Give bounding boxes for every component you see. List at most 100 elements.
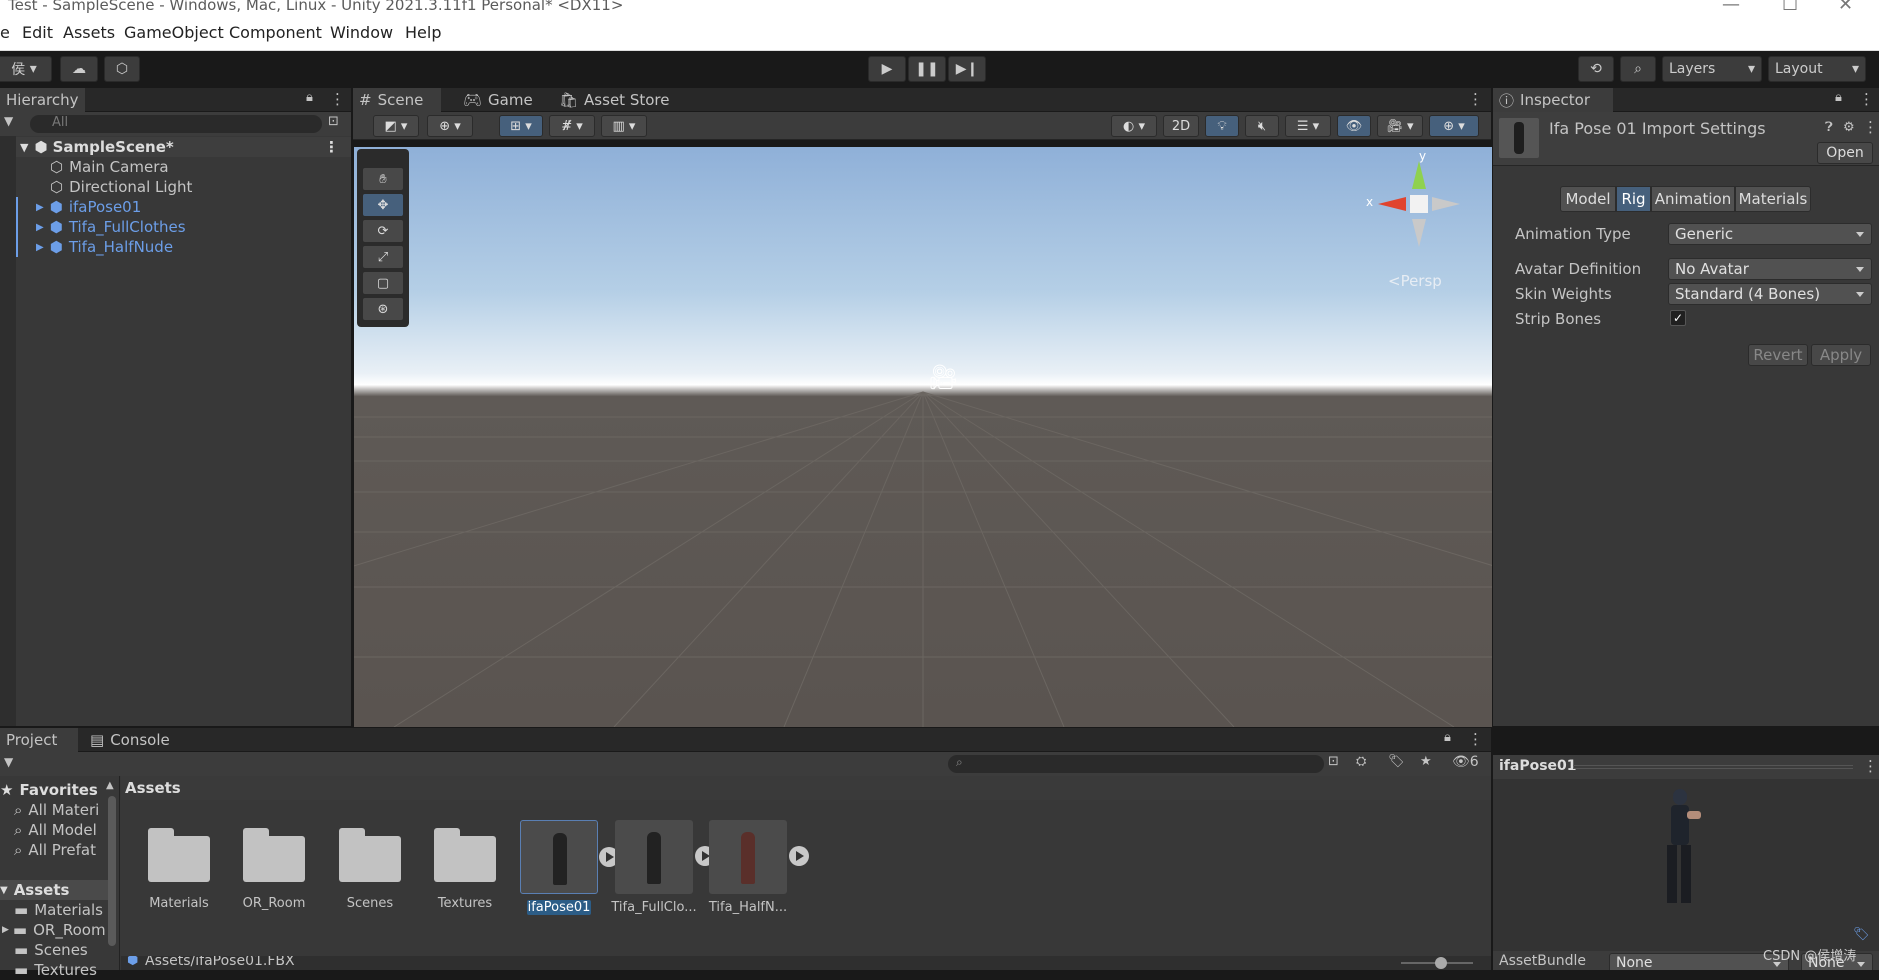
grid-snap-toggle[interactable]: #̸ ▾	[549, 115, 595, 137]
favorite-star-icon[interactable]: ★	[1420, 754, 1432, 769]
skin-weights-dropdown[interactable]: Standard (4 Bones)	[1668, 283, 1872, 305]
breadcrumb[interactable]: Assets	[125, 779, 181, 797]
scene-row[interactable]: ▼ ⬢ SampleScene* ⋮	[16, 137, 351, 157]
cloud-icon[interactable]: ☁	[60, 56, 98, 82]
asset-folder-scenes[interactable]: Scenes	[325, 828, 415, 911]
account-dropdown[interactable]: 侯 ▾	[0, 56, 52, 82]
collab-icon[interactable]: ⬡	[104, 56, 140, 82]
hidden-count[interactable]: 👁︎6	[1452, 754, 1479, 770]
lock-icon[interactable]: 🔒︎	[306, 90, 313, 105]
zoom-slider[interactable]	[1401, 957, 1473, 969]
layers-dropdown[interactable]: Layers ▾	[1662, 56, 1762, 82]
hidden-objects-toggle[interactable]: 👁︎	[1337, 115, 1371, 137]
tab-inspector[interactable]: ⓘ Inspector	[1493, 88, 1613, 112]
settings-icon[interactable]: ⚙	[1843, 120, 1855, 135]
step-button[interactable]: ▶❙	[948, 56, 986, 82]
preview-drag-handle[interactable]	[1573, 765, 1853, 769]
more-icon[interactable]: ⋮	[324, 138, 339, 156]
minimize-icon[interactable]: —	[1722, 0, 1740, 15]
filter-type-icon[interactable]: ⛭	[1356, 754, 1366, 769]
tab-model[interactable]: Model	[1560, 186, 1616, 212]
favorite-all-materials[interactable]: ⌕ All Materi	[14, 800, 99, 820]
asset-folder-textures[interactable]: Textures	[420, 828, 510, 911]
tree-item-directional-light[interactable]: ⬡ Directional Light	[50, 177, 192, 197]
tree-folder-scenes[interactable]: ▬ Scenes	[14, 940, 88, 960]
hierarchy-search-input[interactable]: All	[30, 115, 322, 133]
help-icon[interactable]: ❓︎	[1825, 120, 1833, 135]
search-icon[interactable]: ⌕	[1620, 56, 1656, 82]
tab-materials[interactable]: Materials	[1735, 186, 1811, 212]
more-icon[interactable]: ⋮	[1468, 730, 1483, 748]
open-button[interactable]: Open	[1817, 142, 1873, 164]
tree-scrollbar[interactable]	[108, 796, 116, 946]
tree-item-ifapose01[interactable]: ▶ ⬢ ifaPose01	[36, 197, 141, 217]
menu-window[interactable]: Window	[330, 23, 393, 42]
scale-tool-button[interactable]: ⤢	[362, 245, 404, 269]
chevron-right-icon[interactable]: ▶	[2, 925, 9, 935]
tab-rig[interactable]: Rig	[1616, 186, 1651, 212]
global-toggle[interactable]: ⊕ ▾	[427, 115, 473, 137]
favorite-all-models[interactable]: ⌕ All Model	[14, 820, 97, 840]
transform-tool-button[interactable]: ⊛	[362, 297, 404, 321]
layout-dropdown[interactable]: Layout ▾	[1768, 56, 1866, 82]
strip-bones-checkbox[interactable]: ✓	[1670, 310, 1686, 326]
shading-mode-dropdown[interactable]: ◐ ▾	[1111, 115, 1157, 137]
tab-asset-store[interactable]: 🛍︎ Asset Store	[553, 88, 675, 112]
lighting-toggle[interactable]: 💡︎	[1205, 115, 1239, 137]
persp-label[interactable]: <Persp	[1388, 272, 1442, 290]
tree-folder-or-room[interactable]: ▶ ▬ OR_Room	[2, 920, 106, 940]
tab-hierarchy[interactable]: Hierarchy	[0, 88, 85, 112]
draw-mode-dropdown[interactable]: ◩ ▾	[373, 115, 419, 137]
character-preview[interactable]	[1661, 789, 1701, 907]
tree-item-tifa-halfnude[interactable]: ▶ ⬢ Tifa_HalfNude	[36, 237, 173, 257]
avatar-definition-dropdown[interactable]: No Avatar	[1668, 258, 1872, 280]
apply-button[interactable]: Apply	[1811, 344, 1871, 366]
asset-folder-or-room[interactable]: OR_Room	[229, 828, 319, 911]
tab-scene[interactable]: # Scene	[353, 88, 441, 112]
close-icon[interactable]: ✕	[1838, 0, 1853, 15]
add-dropdown-icon[interactable]: ▼	[4, 114, 13, 128]
menu-help[interactable]: Help	[405, 23, 441, 42]
play-icon[interactable]	[789, 846, 809, 866]
chevron-right-icon[interactable]: ▶	[36, 242, 44, 253]
asset-model-tifa-halfnude[interactable]: Tifa_HalfN...	[703, 820, 809, 915]
2d-toggle[interactable]: 2D	[1163, 115, 1199, 137]
tree-folder-materials[interactable]: ▬ Materials	[14, 900, 103, 920]
create-dropdown-icon[interactable]: ▼	[4, 755, 13, 769]
tab-game[interactable]: 🎮︎ Game	[457, 88, 539, 112]
menu-component[interactable]: Component	[229, 23, 322, 42]
more-icon[interactable]: ⋮	[1468, 90, 1483, 108]
tab-console[interactable]: ▤ Console	[84, 728, 176, 752]
favorites-header[interactable]: ★ Favorites	[0, 780, 98, 800]
hand-tool-button[interactable]: ✋︎	[362, 167, 404, 191]
rect-tool-button[interactable]: ▢	[362, 271, 404, 295]
menu-gameobject[interactable]: GameObject	[124, 23, 224, 42]
maximize-icon[interactable]: ☐	[1782, 0, 1798, 15]
more-icon[interactable]: ⋮	[1863, 757, 1878, 775]
assetbundle-dropdown[interactable]: None	[1609, 953, 1789, 970]
chevron-right-icon[interactable]: ▶	[36, 222, 44, 233]
search-filter-icon[interactable]: ⊡	[328, 114, 339, 129]
more-icon[interactable]: ⋮	[330, 90, 345, 108]
tree-folder-textures[interactable]: ▬ Textures	[14, 960, 97, 980]
tab-animation[interactable]: Animation	[1651, 186, 1735, 212]
search-scope-icon[interactable]: ⊡	[1328, 754, 1339, 769]
animation-type-dropdown[interactable]: Generic	[1668, 223, 1872, 245]
favorite-all-prefabs[interactable]: ⌕ All Prefat	[14, 840, 96, 860]
label-tag-icon[interactable]: 🏷︎	[1853, 927, 1870, 942]
menu-file[interactable]: e	[0, 23, 10, 42]
assets-root[interactable]: ▼ Assets	[0, 880, 108, 900]
asset-folder-materials[interactable]: Materials	[134, 828, 224, 911]
snap-toggle[interactable]: ⊞ ▾	[499, 115, 543, 137]
asset-model-ifapose01[interactable]: ifaPose01	[514, 820, 619, 915]
audio-toggle[interactable]: 🔇︎	[1245, 115, 1279, 137]
gizmos-dropdown[interactable]: ⊕ ▾	[1429, 115, 1479, 137]
more-icon[interactable]: ⋮	[1863, 118, 1878, 136]
asset-model-tifa-fullclothes[interactable]: Tifa_FullClo...	[609, 820, 715, 915]
menu-assets[interactable]: Assets	[63, 23, 115, 42]
camera-dropdown[interactable]: 🎥︎ ▾	[1377, 115, 1423, 137]
tree-item-main-camera[interactable]: ⬡ Main Camera	[50, 157, 169, 177]
revert-button[interactable]: Revert	[1748, 344, 1808, 366]
rotate-tool-button[interactable]: ⟳	[362, 219, 404, 243]
orientation-gizmo[interactable]: y x	[1364, 149, 1474, 265]
